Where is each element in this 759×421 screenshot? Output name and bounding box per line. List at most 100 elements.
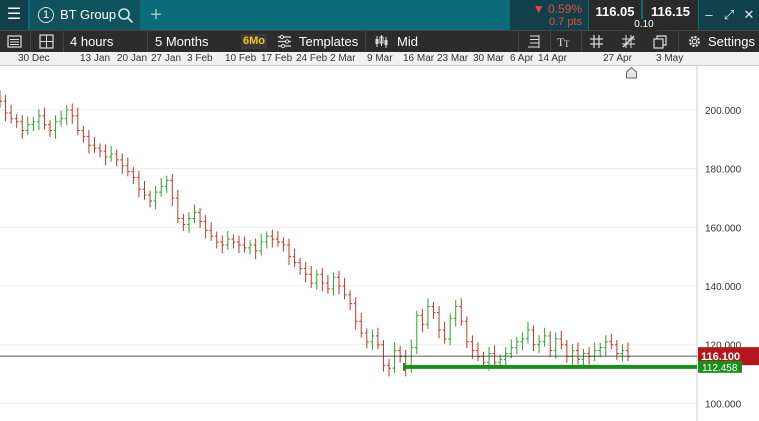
ohlc-bar bbox=[470, 335, 475, 359]
ohlc-bar bbox=[14, 114, 19, 129]
ohlc-bar bbox=[420, 308, 425, 333]
ohlc-bar bbox=[264, 231, 269, 249]
ohlc-bar bbox=[448, 313, 453, 346]
ohlc-bar bbox=[603, 335, 608, 356]
ohlc-bar bbox=[431, 301, 436, 319]
ohlc-bar bbox=[75, 107, 80, 136]
window-controls: – ⤢ ✕ bbox=[699, 0, 759, 30]
ohlc-bar bbox=[414, 310, 419, 355]
timeframe-select[interactable]: 4 hours bbox=[70, 31, 113, 52]
header-bar: ☰ 1 BT Group + ▼ 0.59% 0.7 pts 116.05 11… bbox=[0, 0, 759, 31]
ohlc-bar bbox=[614, 340, 619, 360]
y-tick-label: 100.000 bbox=[705, 399, 742, 410]
ohlc-bar bbox=[209, 222, 214, 241]
y-tick-label: 160.000 bbox=[705, 223, 742, 234]
date-label: 6 Apr bbox=[510, 53, 534, 64]
date-label: 24 Feb bbox=[296, 53, 328, 64]
ohlc-bar bbox=[31, 117, 36, 132]
range-badge[interactable]: 6Mo bbox=[241, 34, 267, 49]
drawing-tools-icon[interactable] bbox=[621, 34, 636, 49]
ohlc-bar bbox=[620, 344, 625, 362]
ohlc-bar bbox=[575, 342, 580, 365]
ohlc-bar bbox=[520, 332, 525, 350]
ohlc-bar bbox=[553, 332, 558, 359]
ohlc-bar bbox=[331, 272, 336, 296]
ohlc-bar bbox=[309, 266, 314, 288]
list-icon[interactable] bbox=[7, 34, 22, 49]
ohlc-bar bbox=[348, 290, 353, 311]
date-label: 27 Apr bbox=[603, 53, 632, 64]
price-type-select[interactable]: Mid bbox=[397, 31, 418, 52]
popout-icon[interactable]: ⤢ bbox=[719, 0, 739, 30]
ohlc-bar bbox=[559, 330, 564, 350]
layout-grid-icon[interactable] bbox=[39, 34, 54, 49]
ohlc-bar bbox=[103, 144, 108, 166]
y-tick-label: 140.000 bbox=[705, 282, 742, 293]
ohlc-bar bbox=[181, 213, 186, 231]
ohlc-bar bbox=[337, 270, 342, 295]
date-label: 17 Feb bbox=[261, 53, 293, 64]
ohlc-bar bbox=[581, 348, 586, 366]
text-size-icon[interactable]: T T bbox=[557, 34, 572, 49]
ohlc-bar bbox=[242, 236, 247, 253]
range-select[interactable]: 5 Months bbox=[155, 31, 208, 52]
ohlc-bar bbox=[392, 342, 397, 373]
ohlc-bar bbox=[314, 269, 319, 290]
price-chart[interactable]: 100.000 120.000 140.000 160.000 180.000 200.0… bbox=[0, 66, 759, 421]
date-label: 13 Jan bbox=[80, 53, 111, 64]
ohlc-bar bbox=[398, 345, 403, 363]
ohlc-bar bbox=[64, 105, 69, 126]
crosshair-grid-icon[interactable] bbox=[589, 34, 604, 49]
ohlc-bar bbox=[503, 347, 508, 368]
copy-window-icon[interactable] bbox=[653, 34, 668, 49]
ohlc-bar bbox=[170, 173, 175, 207]
ohlc-bar bbox=[20, 115, 25, 139]
scroll-to-latest-icon[interactable] bbox=[625, 66, 638, 79]
ohlc-bar bbox=[186, 212, 191, 233]
ohlc-bar bbox=[25, 116, 30, 136]
templates-button[interactable]: Templates bbox=[299, 31, 358, 52]
hamburger-icon[interactable]: ☰ bbox=[0, 0, 28, 30]
ohlc-bar bbox=[203, 215, 208, 239]
chart-canvas[interactable]: 100.000120.000140.000160.000180.000200.0… bbox=[0, 66, 759, 421]
change-percent: ▼ 0.59% bbox=[532, 2, 582, 16]
ohlc-bar bbox=[53, 115, 58, 139]
ohlc-bar bbox=[359, 313, 364, 338]
close-icon[interactable]: ✕ bbox=[739, 0, 759, 30]
ohlc-bar bbox=[437, 305, 442, 339]
ohlc-bar bbox=[570, 344, 575, 365]
ohlc-bar bbox=[125, 157, 130, 177]
ohlc-bar bbox=[270, 229, 275, 248]
ohlc-bar bbox=[48, 119, 53, 137]
ohlc-bar bbox=[514, 337, 519, 355]
ohlc-bar bbox=[542, 327, 547, 347]
ohlc-bar bbox=[353, 297, 358, 330]
ohlc-bar bbox=[459, 298, 464, 326]
search-icon[interactable] bbox=[117, 7, 134, 24]
ohlc-bar bbox=[175, 189, 180, 224]
templates-icon[interactable] bbox=[277, 34, 292, 49]
ohlc-bar bbox=[114, 149, 119, 167]
date-label: 3 May bbox=[656, 53, 684, 64]
ohlc-bar bbox=[136, 171, 141, 198]
instrument-tab[interactable]: 1 BT Group bbox=[30, 0, 140, 30]
spread-value: 0.10 bbox=[631, 19, 657, 31]
ohlc-bar bbox=[36, 109, 41, 130]
ohlc-bar bbox=[442, 321, 447, 344]
date-label: 9 Mar bbox=[367, 53, 393, 64]
add-tab-button[interactable]: + bbox=[146, 0, 166, 30]
indicators-icon[interactable] bbox=[526, 34, 541, 49]
minimize-icon[interactable]: – bbox=[699, 0, 719, 30]
settings-button[interactable]: Settings bbox=[708, 31, 755, 52]
ohlc-bar bbox=[525, 321, 530, 344]
ohlc-bar bbox=[120, 153, 125, 174]
ohlc-bar bbox=[225, 230, 230, 250]
date-label: 20 Jan bbox=[117, 53, 148, 64]
ohlc-bar bbox=[148, 190, 153, 208]
svg-text:T: T bbox=[564, 39, 570, 49]
gear-icon[interactable] bbox=[687, 34, 702, 49]
ohlc-bar bbox=[153, 185, 158, 210]
candle-type-icon[interactable] bbox=[374, 34, 389, 49]
instrument-title: BT Group bbox=[60, 7, 117, 22]
y-tick-label: 200.000 bbox=[705, 106, 742, 117]
